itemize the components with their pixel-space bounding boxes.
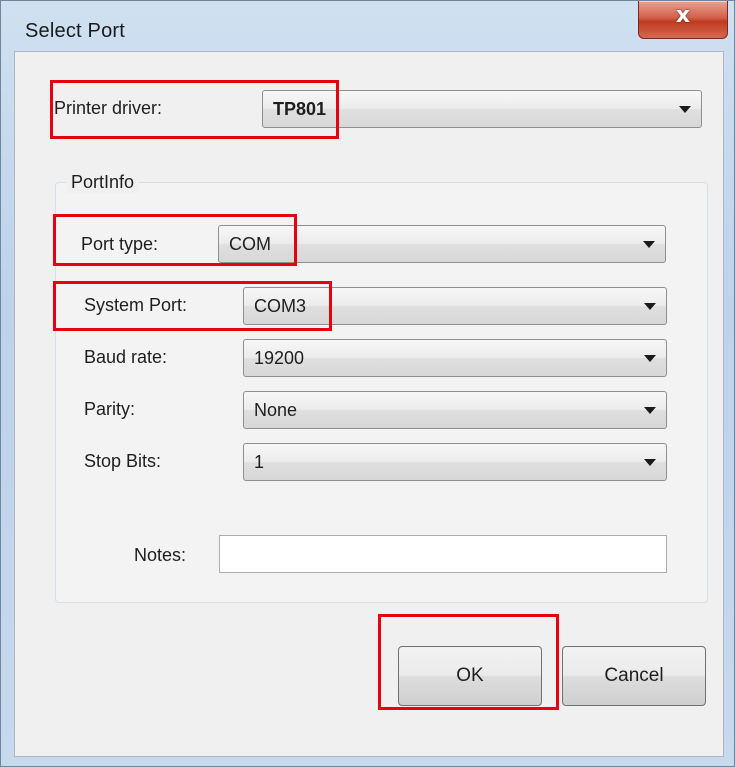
parity-label: Parity: (84, 399, 136, 419)
annotation-box-printer-driver (50, 80, 339, 139)
annotation-box-ok (378, 614, 559, 710)
chevron-down-icon (644, 407, 656, 414)
notes-input[interactable] (219, 535, 667, 573)
baud-rate-label: Baud rate: (84, 347, 168, 367)
baud-rate-select[interactable]: 19200 (243, 339, 667, 377)
select-port-dialog-page: Select Port x Printer driver: TP801 Port… (0, 0, 735, 767)
notes-label: Notes: (134, 545, 187, 565)
chevron-down-icon (644, 303, 656, 310)
chevron-down-icon (644, 355, 656, 362)
chevron-down-icon (644, 459, 656, 466)
cancel-button[interactable]: Cancel (562, 646, 706, 706)
stop-bits-value: 1 (254, 452, 265, 472)
dialog-title: Select Port (25, 20, 126, 42)
parity-select[interactable]: None (243, 391, 667, 429)
stop-bits-select[interactable]: 1 (243, 443, 667, 481)
stop-bits-label: Stop Bits: (84, 451, 162, 471)
chevron-down-icon (643, 241, 655, 248)
port-info-group-title: PortInfo (66, 172, 140, 193)
annotation-box-port-type (53, 214, 297, 266)
close-icon: x (675, 3, 691, 28)
parity-value: None (254, 400, 298, 420)
chevron-down-icon (679, 106, 691, 113)
annotation-box-system-port (53, 281, 332, 331)
baud-rate-value: 19200 (254, 348, 305, 368)
close-button[interactable]: x (638, 1, 728, 39)
